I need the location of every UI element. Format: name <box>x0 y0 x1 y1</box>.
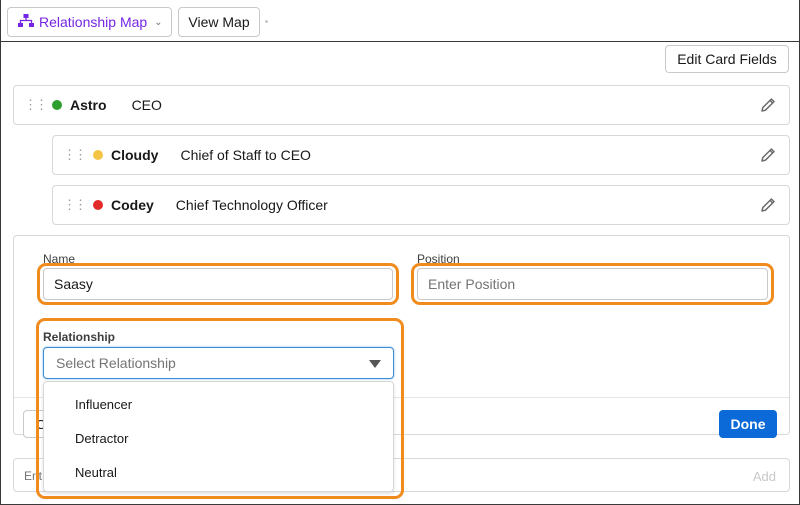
relationship-card[interactable]: ⋮⋮ Cloudy Chief of Staff to CEO <box>52 135 790 175</box>
option-neutral[interactable]: Neutral <box>75 465 117 480</box>
relationship-select-value: Select Relationship <box>56 355 176 371</box>
caret-down-icon <box>369 360 381 368</box>
position-input[interactable] <box>417 268 768 300</box>
relationship-label: Relationship <box>43 330 116 344</box>
edit-card-fields-button[interactable]: Edit Card Fields <box>665 45 789 73</box>
name-input[interactable] <box>43 268 393 300</box>
done-button[interactable]: Done <box>719 410 777 438</box>
pencil-icon[interactable] <box>759 196 777 214</box>
relationship-dropdown-list: Influencer Detractor Neutral <box>43 381 394 492</box>
drag-handle-icon[interactable]: ⋮⋮ <box>63 148 87 161</box>
status-dot <box>93 200 103 210</box>
relationship-map-menu-button[interactable]: Relationship Map ⌄ <box>7 7 172 37</box>
card-name: Codey <box>111 197 154 213</box>
relationship-card[interactable]: ⋮⋮ Astro CEO <box>13 85 790 125</box>
separator-dot <box>265 20 268 23</box>
drag-handle-icon[interactable]: ⋮⋮ <box>63 198 87 211</box>
option-detractor[interactable]: Detractor <box>75 431 128 446</box>
card-title: Chief Technology Officer <box>175 197 328 213</box>
position-label: Position <box>417 252 460 266</box>
pencil-icon[interactable] <box>759 96 777 114</box>
name-label: Name <box>43 252 76 266</box>
option-influencer[interactable]: Influencer <box>75 397 132 412</box>
chevron-down-icon: ⌄ <box>154 16 163 28</box>
status-dot <box>52 100 62 110</box>
card-title: CEO <box>131 97 162 113</box>
add-contact-input[interactable]: Ent <box>24 469 42 483</box>
header-divider <box>0 41 800 42</box>
status-dot <box>93 150 103 160</box>
card-name: Cloudy <box>111 147 159 163</box>
add-button[interactable]: Add <box>753 469 776 484</box>
pencil-icon[interactable] <box>759 146 777 164</box>
relationship-map-label: Relationship Map <box>39 14 148 30</box>
view-map-button[interactable]: View Map <box>178 7 260 37</box>
hierarchy-icon <box>18 13 34 31</box>
drag-handle-icon[interactable]: ⋮⋮ <box>24 98 48 111</box>
card-title: Chief of Staff to CEO <box>180 147 311 163</box>
relationship-card[interactable]: ⋮⋮ Codey Chief Technology Officer <box>52 185 790 225</box>
card-name: Astro <box>70 97 107 113</box>
relationship-select[interactable]: Select Relationship <box>43 347 394 379</box>
